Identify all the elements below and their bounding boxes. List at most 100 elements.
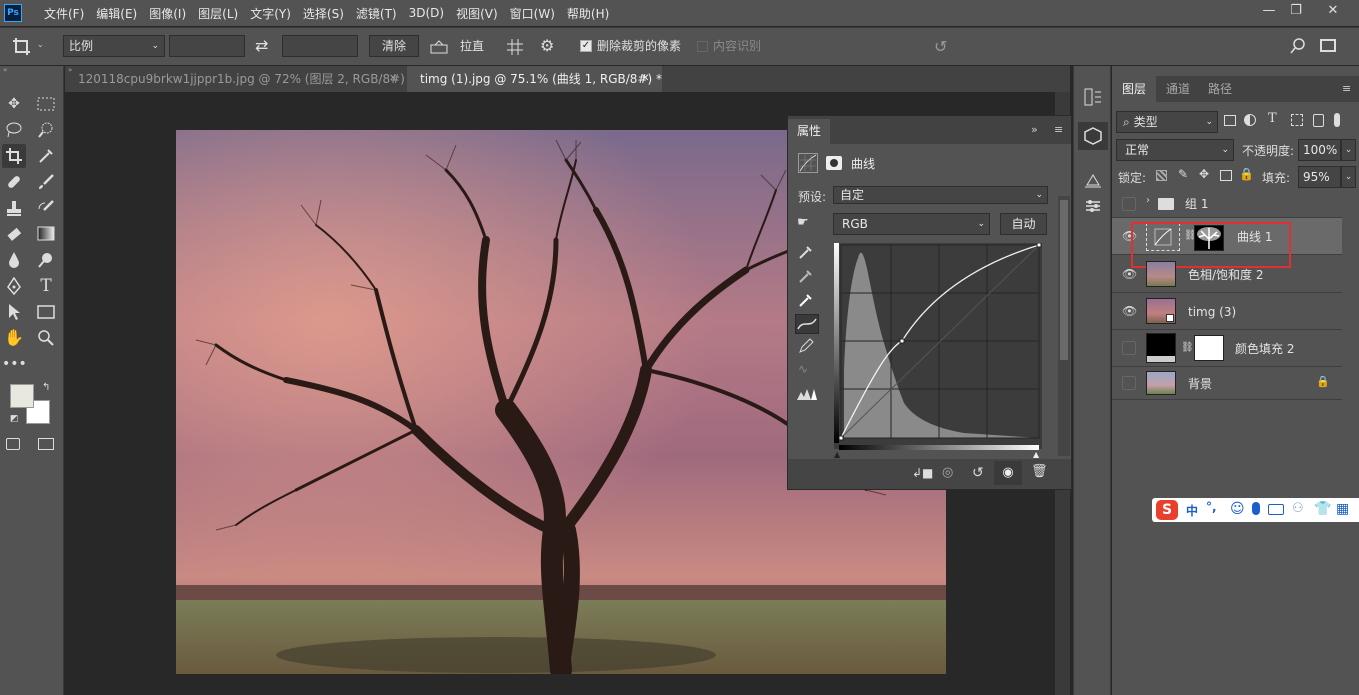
preset-select[interactable]: 自定 ⌄ — [833, 186, 1048, 204]
visibility-toggle[interactable] — [1122, 197, 1136, 211]
properties-scrollbar[interactable] — [1058, 196, 1070, 456]
curves-graph[interactable] — [834, 242, 1042, 449]
properties-tab[interactable]: 属性 — [788, 119, 830, 144]
curve-edit-icon[interactable] — [795, 314, 819, 334]
clear-button[interactable]: 清除 — [369, 35, 419, 57]
black-point-slider[interactable]: ▲ — [834, 450, 840, 459]
layer-filter-select[interactable]: ⌕ 类型 ⌄ — [1116, 111, 1218, 133]
menu-layer[interactable]: 图层(L) — [198, 5, 238, 22]
layer-row-timg-3[interactable]: 👁 timg (3) — [1112, 293, 1342, 330]
crop-tool-preset-icon[interactable] — [10, 35, 34, 59]
tab-document-1[interactable]: 120118cpu9brkw1jjppr1b.jpg @ 72% (图层 2, … — [65, 66, 415, 92]
brush-tool-icon[interactable] — [34, 170, 58, 194]
link-icon[interactable]: ⛓ — [1181, 342, 1194, 353]
history-panel-icon[interactable] — [1084, 88, 1102, 109]
hand-tool-icon[interactable]: ✋ — [2, 326, 26, 350]
path-select-tool-icon[interactable] — [2, 300, 26, 324]
filter-adjustment-icon[interactable] — [1244, 114, 1256, 126]
history-brush-tool-icon[interactable] — [34, 196, 58, 220]
tab-layers[interactable]: 图层 — [1112, 76, 1156, 102]
move-tool-icon[interactable]: ✥ — [2, 92, 26, 116]
pen-tool-icon[interactable] — [2, 274, 26, 298]
trash-icon[interactable]: 🗑 — [1031, 464, 1048, 479]
content-aware-checkbox[interactable] — [697, 41, 708, 52]
delete-cropped-checkbox[interactable]: ✓ — [580, 40, 592, 52]
menu-edit[interactable]: 编辑(E) — [96, 5, 137, 22]
crop-height-input[interactable] — [282, 35, 358, 57]
auto-button[interactable]: 自动 — [1000, 213, 1047, 235]
eyedropper-tool-icon[interactable] — [34, 144, 58, 168]
filter-toggle-icon[interactable] — [1334, 113, 1340, 127]
straighten-label[interactable]: 拉直 — [460, 35, 484, 57]
menu-help[interactable]: 帮助(H) — [567, 5, 609, 22]
layer-row-group-1[interactable]: › 组 1 — [1112, 190, 1342, 218]
eye-icon[interactable]: 👁 — [1122, 267, 1137, 281]
tab-channels[interactable]: 通道 — [1156, 76, 1200, 102]
chevron-down-icon[interactable]: ⌄ — [1341, 166, 1356, 188]
target-adjust-icon[interactable]: ☛ — [797, 215, 809, 230]
restore-button[interactable]: ❐ — [1283, 2, 1309, 20]
lasso-tool-icon[interactable] — [2, 118, 26, 142]
ratio-select[interactable]: 比例 ⌄ — [63, 35, 165, 57]
crop-tool-icon[interactable] — [2, 144, 26, 168]
menu-filter[interactable]: 滤镜(T) — [356, 5, 397, 22]
sogou-logo-icon[interactable]: S — [1156, 500, 1178, 520]
quick-mask-icon[interactable] — [6, 438, 20, 450]
chevron-down-icon[interactable]: ⌄ — [1341, 139, 1356, 161]
type-tool-icon[interactable]: T — [34, 274, 58, 298]
clip-to-layer-icon[interactable]: ↲■ — [912, 466, 933, 480]
menu-image[interactable]: 图像(I) — [149, 5, 186, 22]
view-previous-icon[interactable]: ◎ — [942, 465, 953, 480]
smooth-curve-icon[interactable]: ∿ — [798, 362, 808, 376]
ime-language-toggle[interactable]: 中 — [1186, 502, 1198, 519]
eye-icon[interactable]: ◉ — [994, 461, 1022, 485]
lock-artboard-icon[interactable] — [1220, 170, 1232, 181]
eye-icon[interactable]: 👁 — [1122, 304, 1137, 318]
collapse-icon[interactable]: « — [3, 66, 7, 74]
channel-select[interactable]: RGB ⌄ — [833, 213, 990, 235]
opacity-input[interactable]: 100% — [1298, 139, 1341, 161]
blend-mode-select[interactable]: 正常 ⌄ — [1116, 139, 1234, 161]
filter-smart-object-icon[interactable] — [1313, 114, 1324, 127]
adjustments-panel-icon[interactable] — [1084, 172, 1102, 191]
gray-point-eyedropper-icon[interactable] — [798, 268, 814, 287]
crop-width-input[interactable] — [169, 35, 245, 57]
layer-mask-thumbnail[interactable] — [1194, 335, 1224, 361]
panel-menu-icon[interactable]: ≡ — [1342, 82, 1351, 95]
blur-tool-icon[interactable] — [2, 248, 26, 272]
menu-select[interactable]: 选择(S) — [303, 5, 344, 22]
fill-input[interactable]: 95% — [1298, 166, 1341, 188]
grid-overlay-icon[interactable] — [506, 38, 524, 59]
menu-window[interactable]: 窗口(W) — [510, 5, 555, 22]
minimize-button[interactable]: — — [1256, 2, 1282, 20]
skin-icon[interactable]: 👕 — [1314, 501, 1331, 517]
layer-row-hue-saturation-2[interactable]: 👁 色相/饱和度 2 — [1112, 256, 1342, 293]
lock-position-icon[interactable]: ✥ — [1199, 167, 1209, 181]
user-icon[interactable]: ⚇ — [1292, 501, 1304, 516]
collapse-icon[interactable]: » — [1031, 123, 1038, 136]
default-colors-icon[interactable]: ◩ — [10, 414, 19, 424]
reset-adjustment-icon[interactable]: ↺ — [972, 465, 984, 481]
healing-brush-tool-icon[interactable] — [2, 170, 26, 194]
reset-icon[interactable]: ↺ — [934, 37, 947, 56]
close-window-button[interactable]: ✕ — [1320, 2, 1346, 20]
mask-icon[interactable] — [826, 156, 842, 170]
properties-panel-icon[interactable] — [1078, 122, 1108, 150]
swap-colors-icon[interactable]: ↰ — [42, 382, 50, 393]
filter-type-icon[interactable]: T — [1268, 111, 1277, 126]
microphone-icon[interactable] — [1252, 502, 1260, 515]
emoji-icon[interactable]: ☺ — [1230, 501, 1245, 517]
foreground-color-swatch[interactable] — [10, 384, 34, 408]
keyboard-icon[interactable] — [1268, 504, 1284, 515]
search-icon[interactable] — [1290, 38, 1306, 57]
screen-mode-icon[interactable] — [38, 438, 54, 450]
workspace-icon[interactable] — [1320, 39, 1336, 52]
more-tools-icon[interactable]: ••• — [2, 352, 27, 376]
brush-settings-icon[interactable] — [1084, 198, 1102, 217]
panel-menu-icon[interactable]: ≡ — [1054, 123, 1063, 136]
toolbox-icon[interactable]: ▦ — [1336, 501, 1349, 517]
ime-punctuation-toggle[interactable]: °, — [1206, 500, 1217, 514]
dodge-tool-icon[interactable] — [34, 248, 58, 272]
layer-row-color-fill-2[interactable]: ⛓ 颜色填充 2 — [1112, 330, 1342, 367]
menu-3d[interactable]: 3D(D) — [409, 6, 444, 20]
